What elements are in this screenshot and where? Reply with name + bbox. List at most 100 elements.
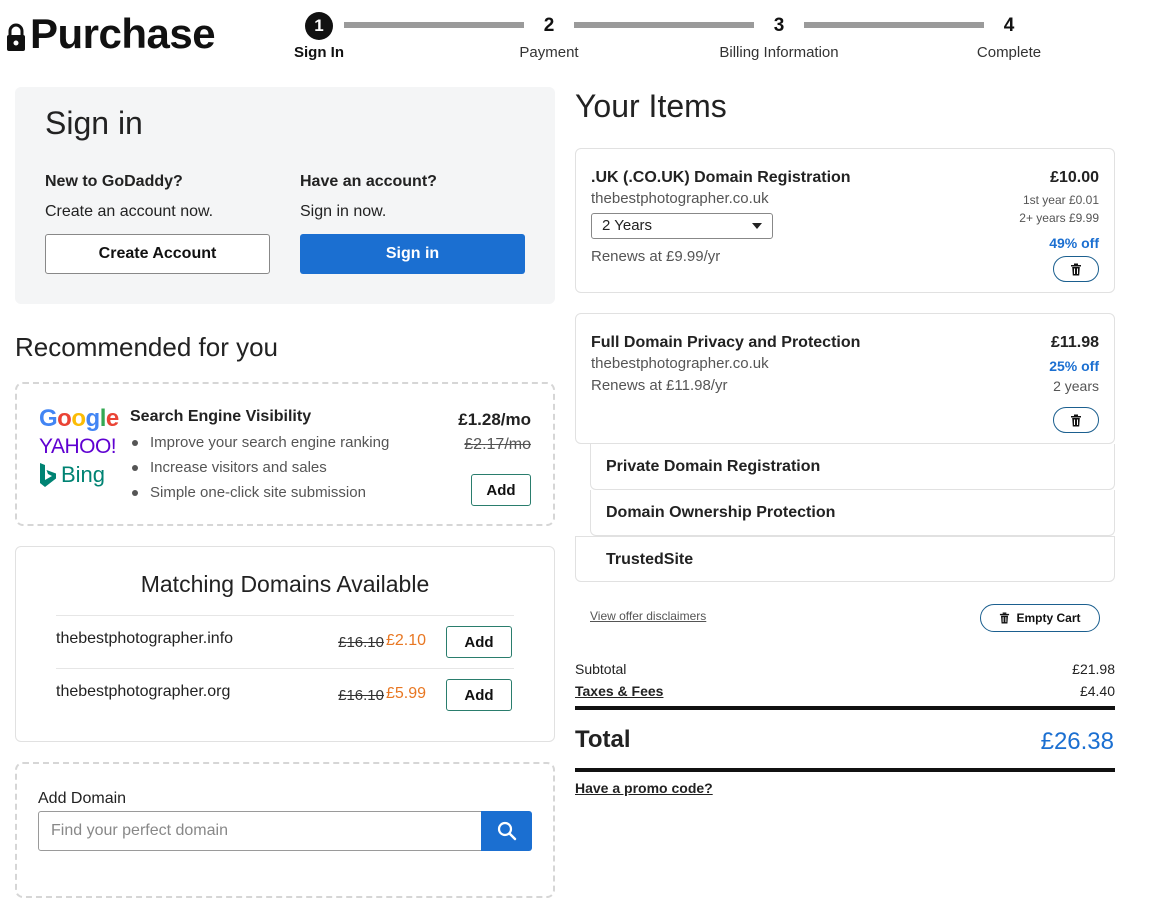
matching-domains-title: Matching Domains Available <box>140 571 430 597</box>
new-customer-text: Create an account now. <box>45 203 214 220</box>
included-item-label: TrustedSite <box>606 551 694 568</box>
step-label: Billing Information <box>719 44 839 61</box>
domain-original-price: £16.10 <box>338 687 384 704</box>
item-first-year-price: 1st year £0.01 <box>1022 193 1099 207</box>
bing-logo: Bing <box>39 462 121 488</box>
item-price: £11.98 <box>1050 334 1099 351</box>
add-domain-org-button[interactable]: Add <box>446 679 512 711</box>
step-label: Payment <box>519 44 579 61</box>
item-name: .UK (.CO.UK) Domain Registration <box>591 169 851 186</box>
seo-original-price: £2.17/mo <box>464 436 531 453</box>
existing-customer-heading: Have an account? <box>300 173 437 190</box>
subtotal-value: £21.98 <box>1072 661 1115 677</box>
item-discount: 25% off <box>1049 358 1099 374</box>
search-engine-logos: Google YAHOO! Bing <box>39 406 121 488</box>
domain-name: thebestphotographer.info <box>56 630 234 647</box>
view-offer-disclaimers-link[interactable]: View offer disclaimers <box>590 609 706 623</box>
term-select[interactable]: 2 Years <box>591 213 773 239</box>
add-domain-card: Add Domain <box>15 762 555 898</box>
trash-icon <box>1000 612 1010 624</box>
included-item-private-registration: Private Domain Registration <box>590 444 1115 490</box>
page-header: Purchase 1 Sign In 2 Payment 3 Billing I… <box>0 0 1156 80</box>
domain-name: thebestphotographer.org <box>56 683 231 700</box>
add-seo-button[interactable]: Add <box>471 474 531 506</box>
list-item: Simple one-click site submission <box>130 480 389 505</box>
page-title: Purchase <box>30 10 216 57</box>
table-row: thebestphotographer.org £16.10 £5.99 Add <box>56 668 514 721</box>
add-domain-label: Add Domain <box>38 790 127 807</box>
total-value: £26.38 <box>1040 728 1114 755</box>
item-price: £10.00 <box>1050 169 1099 186</box>
included-item-trustedsite: TrustedSite <box>575 536 1115 582</box>
seo-price: £1.28/mo <box>458 410 531 429</box>
yahoo-logo: YAHOO! <box>39 435 117 458</box>
domain-sale-price: £2.10 <box>385 632 426 649</box>
google-logo: Google <box>39 405 119 432</box>
seo-benefits-list: Improve your search engine ranking Incre… <box>130 430 389 505</box>
item-renewal: Renews at £11.98/yr <box>591 377 728 394</box>
search-icon <box>497 821 516 841</box>
subtotal-label: Subtotal <box>575 661 627 677</box>
lock-icon <box>7 23 25 51</box>
taxes-row: Taxes & Fees £4.40 <box>575 683 1115 699</box>
new-customer-heading: New to GoDaddy? <box>45 173 183 190</box>
included-item-label: Private Domain Registration <box>606 458 821 475</box>
step-number: 4 <box>1003 15 1015 36</box>
remove-domain-privacy-button[interactable] <box>1053 407 1099 433</box>
divider <box>575 706 1115 710</box>
sign-in-button[interactable]: Sign in <box>300 234 525 274</box>
item-discount: 49% off <box>1049 235 1099 251</box>
taxes-fees-link[interactable]: Taxes & Fees <box>575 683 663 699</box>
seo-title: Search Engine Visibility <box>130 408 312 425</box>
matching-domains-card: Matching Domains Available thebestphotog… <box>15 546 555 742</box>
seo-offer-card: Google YAHOO! Bing Search Engine Visibil… <box>15 382 555 526</box>
step-label: Complete <box>976 44 1042 61</box>
recommended-title: Recommended for you <box>15 332 279 362</box>
add-domain-info-button[interactable]: Add <box>446 626 512 658</box>
step-billing-information: 3 Billing Information <box>709 12 849 61</box>
empty-cart-label: Empty Cart <box>1016 611 1081 625</box>
domain-sale-price: £5.99 <box>385 685 426 702</box>
included-item-ownership-protection: Domain Ownership Protection <box>590 490 1115 536</box>
new-customer-section: New to GoDaddy? Create an account now. <box>45 173 270 221</box>
domain-search-button[interactable] <box>481 811 532 851</box>
step-label: Sign In <box>294 44 344 61</box>
existing-customer-text: Sign in now. <box>300 203 387 220</box>
sign-in-title: Sign in <box>45 105 143 141</box>
divider <box>575 768 1115 772</box>
step-number: 2 <box>543 15 555 36</box>
remove-uk-domain-button[interactable] <box>1053 256 1099 282</box>
item-term: 2 years <box>1053 378 1099 394</box>
list-item: Improve your search engine ranking <box>130 430 389 455</box>
list-item: Increase visitors and sales <box>130 455 389 480</box>
step-complete: 4 Complete <box>939 12 1079 61</box>
domain-search-input[interactable] <box>38 811 482 851</box>
your-items-title: Your Items <box>575 88 727 124</box>
trash-icon <box>1071 263 1081 275</box>
taxes-value: £4.40 <box>1079 683 1115 699</box>
step-sign-in: 1 Sign In <box>249 12 389 61</box>
item-name: Full Domain Privacy and Protection <box>591 334 861 351</box>
term-selected-value: 2 Years <box>602 217 653 234</box>
step-number: 3 <box>773 15 785 36</box>
promo-code-link[interactable]: Have a promo code? <box>575 780 713 796</box>
trash-icon <box>1071 414 1081 426</box>
existing-customer-section: Have an account? Sign in now. <box>300 173 525 221</box>
step-number: 1 <box>305 12 333 40</box>
included-item-label: Domain Ownership Protection <box>606 504 836 521</box>
step-payment: 2 Payment <box>479 12 619 61</box>
cart-item-domain-privacy: Full Domain Privacy and Protection thebe… <box>575 313 1115 444</box>
item-renewal: Renews at £9.99/yr <box>591 248 721 265</box>
table-row: thebestphotographer.info £16.10 £2.10 Ad… <box>56 615 514 668</box>
item-later-years-price: 2+ years £9.99 <box>1019 211 1099 225</box>
empty-cart-button[interactable]: Empty Cart <box>980 604 1100 632</box>
item-domain: thebestphotographer.co.uk <box>591 355 769 372</box>
bing-icon <box>40 463 56 487</box>
create-account-button[interactable]: Create Account <box>45 234 270 274</box>
sign-in-card: Sign in New to GoDaddy? Create an accoun… <box>15 87 555 304</box>
chevron-down-icon <box>752 223 762 229</box>
domain-original-price: £16.10 <box>338 634 384 651</box>
total-label: Total <box>575 726 631 753</box>
cart-item-uk-domain: .UK (.CO.UK) Domain Registration thebest… <box>575 148 1115 293</box>
brand: Purchase <box>6 10 216 58</box>
